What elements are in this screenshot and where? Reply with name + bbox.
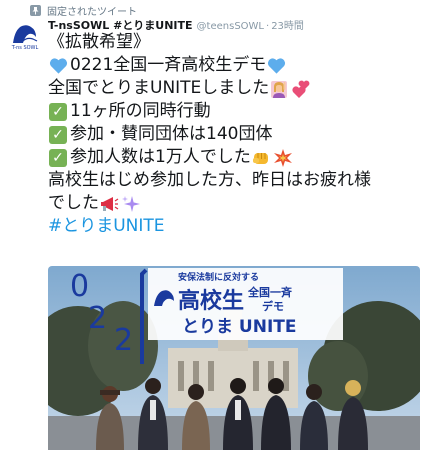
banner-digit: 2	[88, 301, 107, 336]
raising-hand-icon	[269, 79, 289, 99]
tweet-line-text: 高校生はじめ参加した方、昨日はお疲れ様	[48, 170, 371, 190]
photo-illustration: 0 2 2 1 安保法制に反対する 高校生 全国一斉 デモ とりま UNITE	[48, 266, 420, 450]
check-mark-icon: ✓	[48, 125, 68, 145]
tweet-line-text: でした	[48, 193, 99, 213]
hashtag-link[interactable]: #とりまUNITE	[48, 215, 165, 238]
megaphone-icon	[99, 194, 119, 214]
tweet-line: でした	[48, 192, 420, 215]
tweet-line: ✓ 参加・賛同団体は140団体	[48, 123, 420, 146]
tweet-line-text: 0221全国一斉高校生デモ	[70, 55, 267, 75]
avatar[interactable]: T-ns SOWL	[9, 19, 41, 51]
tweet-line: 全国でとりまUNITEしました	[48, 77, 420, 100]
pinned-tweet-indicator: 固定されたツイート	[30, 3, 137, 18]
fist-icon	[251, 148, 271, 168]
tweet-line: #とりまUNITE	[48, 215, 420, 238]
banner-subtitle: 安保法制に反対する	[178, 271, 259, 283]
pin-icon	[30, 4, 41, 16]
svg-text:T-ns SOWL: T-ns SOWL	[11, 45, 39, 51]
tweet-line-text: 参加・賛同団体は140団体	[70, 124, 273, 144]
two-hearts-icon	[291, 79, 311, 99]
check-mark-icon: ✓	[48, 102, 68, 122]
pinned-label: 固定されたツイート	[47, 6, 137, 18]
banner-digit: 0	[70, 269, 89, 304]
collision-icon	[273, 148, 293, 168]
tweet-line: 0221全国一斉高校生デモ	[48, 54, 420, 77]
tweet-line: 高校生はじめ参加した方、昨日はお疲れ様	[48, 169, 420, 192]
banner-title-big: 高校生	[178, 288, 244, 314]
sparkles-icon	[121, 194, 141, 214]
blue-heart-icon	[48, 56, 68, 76]
tweet-line-text: 全国でとりまUNITEしました	[48, 78, 270, 98]
banner-title-line2: とりま UNITE	[182, 317, 296, 337]
blue-heart-icon	[266, 56, 286, 76]
tweet-line-text: 《拡散希望》	[48, 32, 150, 52]
tweet-text: 《拡散希望》 0221全国一斉高校生デモ 全国でとりまUNITEしました ✓ 1…	[48, 31, 420, 238]
banner-title-small: デモ	[262, 299, 284, 313]
banner-title-small: 全国一斉	[247, 285, 293, 299]
tweet-photo[interactable]: 0 2 2 1 安保法制に反対する 高校生 全国一斉 デモ とりま UNITE	[48, 266, 420, 450]
tweet-line: ✓ 参加人数は1万人でした	[48, 146, 420, 169]
tweet-timestamp[interactable]: 23時間	[271, 17, 304, 32]
tweet-line-text: 参加人数は1万人でした	[70, 147, 251, 167]
tweet-line-text: 11ヶ所の同時行動	[70, 101, 211, 121]
tweet-line: ✓ 11ヶ所の同時行動	[48, 100, 420, 123]
banner-digit: 2	[114, 323, 133, 358]
tweet-line: 《拡散希望》	[48, 31, 420, 54]
check-mark-icon: ✓	[48, 148, 68, 168]
